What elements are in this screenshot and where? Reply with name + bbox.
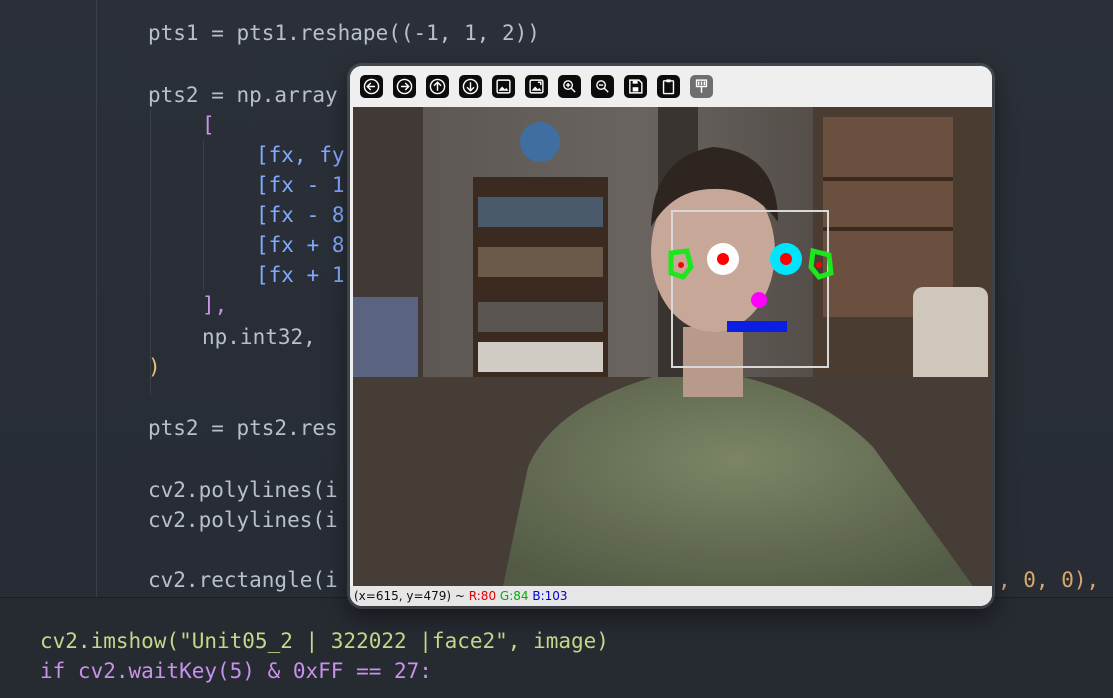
green-value: G:84 bbox=[499, 589, 529, 603]
status-bar: (x=615, y=479) ~ R:80 G:84 B:103 bbox=[350, 586, 992, 606]
copy-button[interactable] bbox=[657, 75, 680, 98]
code-text: cv2.polylines(i bbox=[148, 508, 338, 532]
code-text: [fx - 1 bbox=[256, 173, 345, 197]
code-text: ], bbox=[202, 293, 228, 317]
code-line[interactable]: [fx + 8 bbox=[256, 230, 345, 260]
code-text: pts2 = np.array bbox=[148, 83, 338, 107]
webcam-image[interactable] bbox=[353, 107, 992, 586]
code-line-waitkey[interactable]: if cv2.waitKey(5) & 0xFF == 27: bbox=[40, 656, 432, 686]
zoom-fit-button[interactable] bbox=[525, 75, 548, 98]
code-line[interactable]: [fx, fy bbox=[256, 140, 345, 170]
code-text: pts1 = pts1.reshape((-1, 1, 2)) bbox=[148, 21, 540, 45]
zoom-in-button[interactable] bbox=[558, 75, 581, 98]
properties-icon bbox=[695, 79, 708, 93]
code-line[interactable]: np.int32, bbox=[202, 322, 316, 352]
properties-button[interactable] bbox=[690, 75, 713, 98]
code-line[interactable]: [fx - 1 bbox=[256, 170, 345, 200]
code-text: [fx, fy bbox=[256, 143, 345, 167]
save-icon bbox=[629, 79, 643, 94]
code-text: , 0, 0), bbox=[998, 568, 1100, 592]
indent-guide bbox=[96, 0, 97, 597]
code-text: ) bbox=[148, 355, 161, 379]
arrow-right-icon bbox=[396, 78, 413, 95]
webcam-frame bbox=[353, 107, 992, 586]
code-line[interactable]: [ bbox=[202, 110, 215, 140]
code-line[interactable]: pts1 = pts1.reshape((-1, 1, 2)) bbox=[148, 18, 540, 48]
red-value: R:80 bbox=[468, 589, 497, 603]
pan-left-button[interactable] bbox=[360, 75, 383, 98]
code-text: cv2.rectangle(i bbox=[148, 568, 338, 592]
code-line[interactable]: [fx + 1 bbox=[256, 260, 345, 290]
code-line-imshow[interactable]: cv2.imshow("Unit05_2 | 322022 |face2", i… bbox=[40, 626, 609, 656]
right-pupil-marker bbox=[780, 253, 792, 265]
save-button[interactable] bbox=[624, 75, 647, 98]
image-fit-icon bbox=[529, 79, 544, 94]
code-line[interactable]: , 0, 0), bbox=[998, 565, 1099, 595]
image-icon bbox=[496, 79, 511, 94]
clipboard-icon bbox=[662, 79, 675, 95]
zoom-out-icon bbox=[596, 80, 609, 93]
zoom-original-button[interactable] bbox=[492, 75, 515, 98]
code-text: pts2 = pts2.res bbox=[148, 416, 338, 440]
code-text: [fx + 8 bbox=[256, 233, 345, 257]
code-line[interactable]: ], bbox=[202, 290, 227, 320]
code-line[interactable]: [fx - 8 bbox=[256, 200, 345, 230]
nose-marker bbox=[751, 292, 767, 308]
arrow-up-icon bbox=[429, 78, 446, 95]
arrow-down-icon bbox=[462, 78, 479, 95]
code-line[interactable]: cv2.polylines(i bbox=[148, 475, 338, 505]
code-line[interactable]: pts2 = np.array bbox=[148, 80, 338, 110]
code-text: cv2.imshow("Unit05_2 | 322022 |face2", i… bbox=[40, 629, 609, 653]
code-text: [ bbox=[202, 113, 215, 137]
arrow-left-icon bbox=[363, 78, 380, 95]
code-text: cv2.polylines(i bbox=[148, 478, 338, 502]
blue-value: B:103 bbox=[532, 589, 568, 603]
code-text: [fx - 8 bbox=[256, 203, 345, 227]
pan-down-button[interactable] bbox=[459, 75, 482, 98]
pan-up-button[interactable] bbox=[426, 75, 449, 98]
pixel-coords: (x=615, y=479) ~ bbox=[354, 589, 469, 603]
indent-guide bbox=[203, 140, 204, 290]
right-ear-dot bbox=[816, 262, 822, 268]
bottom-code-pane: cv2.imshow("Unit05_2 | 322022 |face2", i… bbox=[0, 597, 1113, 698]
code-text: np.int32, bbox=[202, 325, 316, 349]
code-line[interactable]: cv2.rectangle(i bbox=[148, 565, 338, 595]
code-line[interactable]: ) bbox=[148, 352, 161, 382]
zoom-out-button[interactable] bbox=[591, 75, 614, 98]
code-line[interactable]: pts2 = pts2.res bbox=[148, 413, 338, 443]
mouth-marker bbox=[727, 321, 787, 332]
zoom-in-icon bbox=[563, 80, 576, 93]
window-toolbar bbox=[350, 66, 992, 107]
opencv-image-window[interactable]: (x=615, y=479) ~ R:80 G:84 B:103 bbox=[350, 66, 992, 606]
left-ear-dot bbox=[678, 262, 684, 268]
code-line[interactable]: cv2.polylines(i bbox=[148, 505, 338, 535]
code-text: if cv2.waitKey(5) & 0xFF == 27: bbox=[40, 659, 432, 683]
pan-right-button[interactable] bbox=[393, 75, 416, 98]
left-pupil-marker bbox=[717, 253, 729, 265]
code-text: [fx + 1 bbox=[256, 263, 345, 287]
